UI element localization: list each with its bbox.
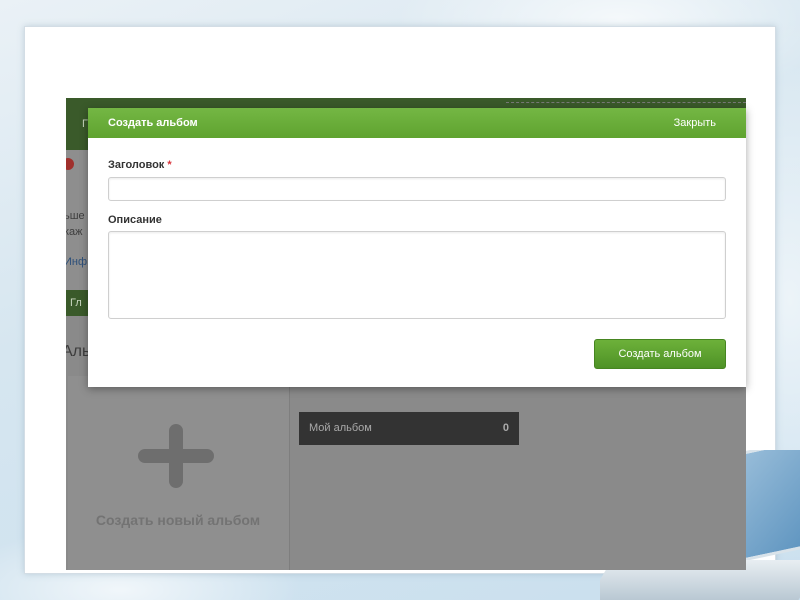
dashed-divider — [506, 102, 746, 103]
text-fragment: каж — [66, 226, 83, 238]
info-link-fragment[interactable]: Инф — [66, 256, 87, 268]
dialog-title: Создать альбом — [108, 117, 198, 129]
album-name: Мой альбом — [309, 422, 372, 434]
create-album-button[interactable]: Создать альбом — [594, 339, 726, 369]
plus-icon — [138, 424, 214, 488]
album-photo-count: 0 — [502, 422, 509, 434]
plus-icon-vertical — [169, 424, 183, 488]
description-field-label: Описание — [108, 214, 162, 226]
create-new-album-label: Создать новый альбом — [95, 512, 261, 528]
create-new-album-card[interactable]: Создать новый альбом — [68, 376, 290, 570]
title-field-label: Заголовок * — [108, 159, 172, 171]
create-album-dialog: Создать альбом Закрыть Заголовок * Описа… — [88, 108, 746, 387]
required-mark: * — [167, 159, 172, 171]
title-label-text: Заголовок — [108, 159, 165, 171]
nav-fragment[interactable]: Гл — [70, 297, 82, 309]
album-list-item[interactable]: Мой альбом 0 — [299, 412, 519, 445]
close-link[interactable]: Закрыть — [674, 117, 716, 129]
description-textarea[interactable] — [108, 231, 726, 319]
title-input[interactable] — [108, 177, 726, 201]
dialog-header: Создать альбом Закрыть — [88, 108, 746, 138]
albums-heading-fragment: Аль — [66, 343, 91, 360]
text-fragment: ьше — [66, 210, 85, 222]
